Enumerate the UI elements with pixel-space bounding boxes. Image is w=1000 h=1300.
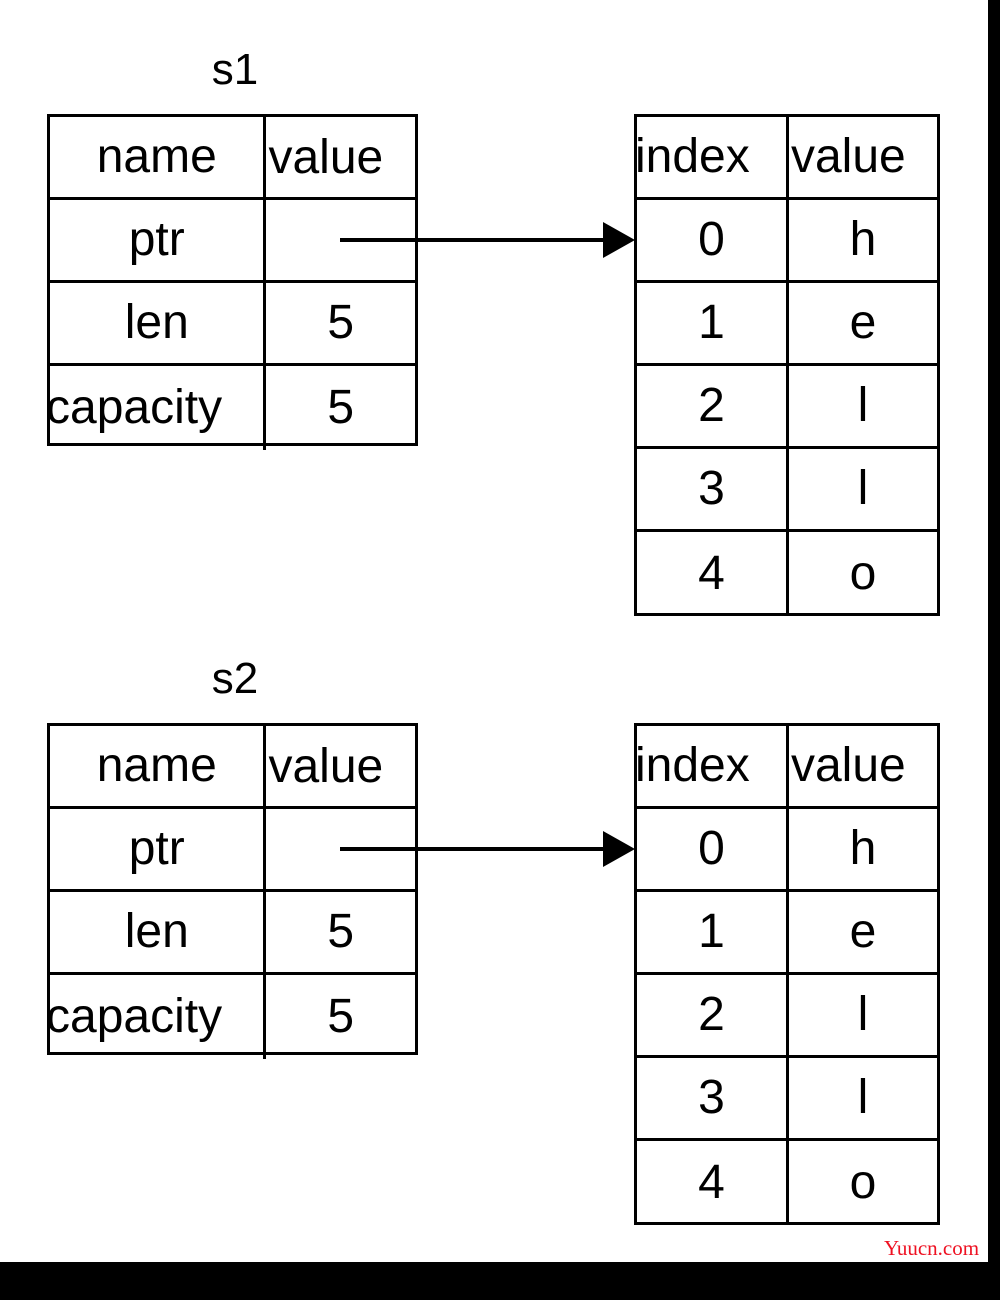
table-header-row: index value xyxy=(635,726,937,809)
column-header-value-text: value xyxy=(268,131,384,184)
table-row: capacity 5 xyxy=(46,366,415,450)
field-name-ptr: ptr xyxy=(50,809,267,889)
field-name-capacity-text: capacity xyxy=(46,990,223,1043)
struct-table-s1: name value ptr len 5 capacity 5 xyxy=(46,114,418,450)
column-header-index: index xyxy=(635,117,789,197)
bottom-edge-band xyxy=(0,1262,1000,1300)
array-index-1: 1 xyxy=(637,283,789,363)
table-row: 4 o xyxy=(637,1141,937,1225)
diagram-canvas: s1 name value ptr len 5 capacity 5 index… xyxy=(0,0,1000,1300)
table-row: 2 l xyxy=(637,975,937,1058)
ptr-arrow-shaft-s2 xyxy=(340,847,608,851)
column-header-index: index xyxy=(635,726,789,806)
ptr-arrow-shaft-s1 xyxy=(340,238,608,242)
table-header-row: name value xyxy=(50,117,415,200)
array-value-1: e xyxy=(849,905,877,958)
table-row: 4 o xyxy=(637,532,937,616)
array-value-0: h xyxy=(849,822,877,875)
array-index-2: 2 xyxy=(637,366,789,446)
table-row: 3 l xyxy=(637,449,937,532)
table-row: capacity 5 xyxy=(46,975,415,1059)
watermark-text: Yuucn.com xyxy=(884,1236,980,1260)
field-name-capacity: capacity xyxy=(46,366,267,450)
array-index-0: 0 xyxy=(637,809,789,889)
column-header-value: value xyxy=(266,117,415,197)
table-row: len 5 xyxy=(50,283,415,366)
table-header-row: name value xyxy=(50,726,415,809)
table-row: 2 l xyxy=(637,366,937,449)
array-value-4: o xyxy=(849,1156,877,1209)
array-value-3: l xyxy=(857,1071,869,1124)
array-index-4: 4 xyxy=(637,1141,789,1225)
column-header-index-text: index xyxy=(635,739,750,792)
column-header-name: name xyxy=(50,726,267,806)
right-edge-band xyxy=(988,0,1000,1300)
table-row: 1 e xyxy=(637,283,937,366)
field-name-capacity: capacity xyxy=(46,975,267,1059)
table-row: 0 h xyxy=(637,200,937,283)
column-header-value: value xyxy=(789,726,937,806)
table-row: 3 l xyxy=(637,1058,937,1141)
table-row: 1 e xyxy=(637,892,937,975)
array-index-3: 3 xyxy=(637,449,789,529)
array-table-s2: index value 0 h 1 e 2 l 3 l 4 o xyxy=(634,723,940,1225)
field-name-capacity-text: capacity xyxy=(46,381,223,434)
array-index-4: 4 xyxy=(637,532,789,616)
column-header-value-text: value xyxy=(790,130,906,183)
struct-title-s1: s1 xyxy=(211,45,259,94)
field-value-len: 5 xyxy=(327,296,355,349)
field-name-len: len xyxy=(50,283,267,363)
field-value-len: 5 xyxy=(327,905,355,958)
array-index-1: 1 xyxy=(637,892,789,972)
struct-title-s2: s2 xyxy=(211,654,259,703)
array-index-2: 2 xyxy=(637,975,789,1055)
field-name-ptr: ptr xyxy=(50,200,267,280)
field-value-capacity: 5 xyxy=(327,990,355,1043)
column-header-name: name xyxy=(50,117,267,197)
array-value-0: h xyxy=(849,213,877,266)
ptr-arrow-head-s1 xyxy=(603,222,635,258)
table-header-row: index value xyxy=(635,117,937,200)
field-name-len: len xyxy=(50,892,267,972)
column-header-value: value xyxy=(266,726,415,806)
array-value-2: l xyxy=(857,379,869,432)
field-value-capacity: 5 xyxy=(327,381,355,434)
table-row: len 5 xyxy=(50,892,415,975)
table-row: 0 h xyxy=(637,809,937,892)
array-value-3: l xyxy=(857,462,869,515)
column-header-value-text: value xyxy=(790,739,906,792)
array-value-1: e xyxy=(849,296,877,349)
column-header-value: value xyxy=(789,117,937,197)
column-header-index-text: index xyxy=(635,130,750,183)
array-index-0: 0 xyxy=(637,200,789,280)
array-table-s1: index value 0 h 1 e 2 l 3 l 4 o xyxy=(634,114,940,616)
ptr-arrow-head-s2 xyxy=(603,831,635,867)
array-value-2: l xyxy=(857,988,869,1041)
struct-table-s2: name value ptr len 5 capacity 5 xyxy=(46,723,418,1059)
array-value-4: o xyxy=(849,547,877,600)
array-index-3: 3 xyxy=(637,1058,789,1138)
column-header-value-text: value xyxy=(268,740,384,793)
